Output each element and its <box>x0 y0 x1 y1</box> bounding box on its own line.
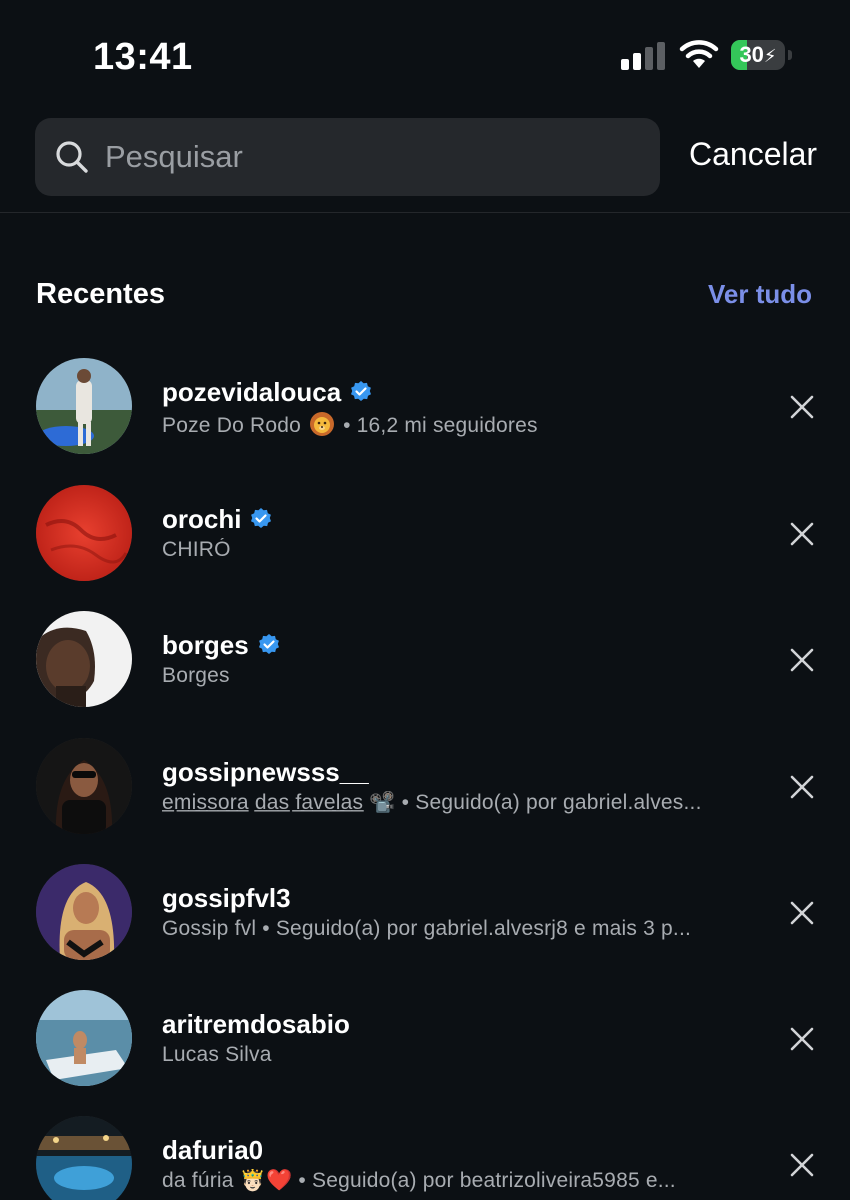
recent-item[interactable]: dafuria0 da fúria 🤴🏻❤️ • Seguido(a) por … <box>0 1116 850 1200</box>
username-line: dafuria0 <box>162 1133 263 1167</box>
recent-section-title: Recentes <box>36 278 165 310</box>
subtitle: e̲m̲i̲s̲s̲o̲r̲a̲ d̲a̲s̲ f̲a̲v̲e̲l̲a̲s̲ 📽… <box>162 791 702 814</box>
avatar[interactable] <box>36 485 132 581</box>
battery-cap <box>788 50 792 60</box>
recent-item[interactable]: orochi CHIRÓ <box>0 485 850 611</box>
subtitle: Lucas Silva <box>162 1043 272 1066</box>
username-line: orochi <box>162 502 273 536</box>
search-input[interactable] <box>105 118 635 196</box>
username-line: pozevidalouca <box>162 375 373 409</box>
recent-item[interactable]: aritremdosabio Lucas Silva <box>0 990 850 1116</box>
close-icon[interactable] <box>788 1025 816 1053</box>
recent-item[interactable]: gossipnewsss__ e̲m̲i̲s̲s̲o̲r̲a̲ d̲a̲s̲ f… <box>0 738 850 864</box>
username-line: aritremdosabio <box>162 1007 350 1041</box>
subtitle: da fúria 🤴🏻❤️ • Seguido(a) por beatrizol… <box>162 1169 676 1192</box>
header-divider <box>0 212 850 213</box>
search-screen: 13:41 30⚡ Cancelar Recente <box>0 0 850 1200</box>
search-bar[interactable] <box>35 118 660 196</box>
username: dafuria0 <box>162 1134 264 1165</box>
username: pozevidalouca <box>162 376 342 407</box>
username-line: gossipfvl3 <box>162 881 291 915</box>
close-icon[interactable] <box>788 393 816 421</box>
username: aritremdosabio <box>162 1008 350 1039</box>
battery-body: 30⚡ <box>731 40 785 70</box>
avatar[interactable] <box>36 358 132 454</box>
subtitle: Gossip fvl • Seguido(a) por gabriel.alve… <box>162 917 692 940</box>
avatar[interactable] <box>36 990 132 1086</box>
avatar[interactable] <box>36 864 132 960</box>
username: gossipnewsss__ <box>162 756 369 787</box>
verified-badge-icon <box>351 381 372 401</box>
see-all-link[interactable]: Ver tudo <box>708 279 812 310</box>
status-bar: 13:41 30⚡ <box>0 0 850 110</box>
username-line: borges <box>162 628 281 662</box>
close-icon[interactable] <box>788 773 816 801</box>
recent-item[interactable]: borges Borges <box>0 611 850 737</box>
battery-charging-icon: 30⚡ <box>731 40 793 70</box>
avatar[interactable] <box>36 611 132 707</box>
search-icon <box>56 141 88 173</box>
username: orochi <box>162 503 242 534</box>
subtitle: CHIRÓ <box>162 538 231 561</box>
username: gossipfvl3 <box>162 882 291 913</box>
status-time: 13:41 <box>93 36 193 78</box>
verified-badge-icon <box>251 508 272 528</box>
subtitle: Borges <box>162 664 230 687</box>
close-icon[interactable] <box>788 1151 816 1179</box>
wifi-icon <box>679 40 719 68</box>
lion-face-icon <box>310 412 335 436</box>
username: borges <box>162 629 249 660</box>
cancel-button[interactable]: Cancelar <box>689 136 817 173</box>
close-icon[interactable] <box>788 520 816 548</box>
avatar[interactable] <box>36 738 132 834</box>
verified-badge-icon <box>258 634 279 654</box>
battery-level: 30⚡ <box>739 42 777 67</box>
cellular-signal-icon <box>621 42 665 70</box>
recent-item[interactable]: gossipfvl3 Gossip fvl • Seguido(a) por g… <box>0 864 850 990</box>
avatar[interactable] <box>36 1116 132 1200</box>
close-icon[interactable] <box>788 646 816 674</box>
username-line: gossipnewsss__ <box>162 755 369 789</box>
subtitle: Poze Do Rodo • 16,2 mi seguidores <box>162 411 752 438</box>
close-icon[interactable] <box>788 899 816 927</box>
recent-item[interactable]: pozevidalouca Poze Do Rodo • 16,2 mi seg… <box>0 358 850 484</box>
